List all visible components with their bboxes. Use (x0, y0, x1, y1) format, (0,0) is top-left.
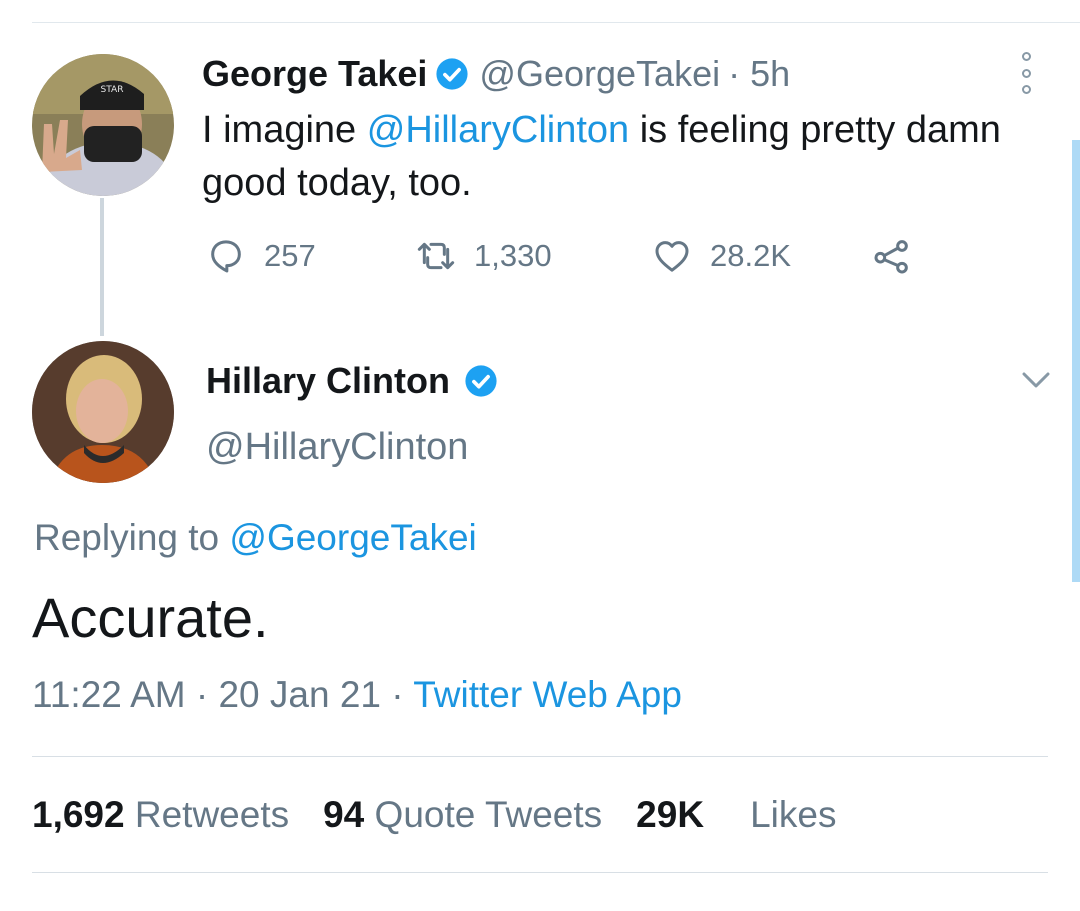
main-tweet-header: Hillary Clinton (206, 360, 498, 402)
like-count: 28.2K (710, 238, 792, 273)
scrollbar[interactable] (1072, 140, 1080, 582)
avatar-george-takei[interactable]: STAR (32, 54, 174, 196)
replying-handle-link[interactable]: @GeorgeTakei (229, 517, 476, 558)
reply-icon (211, 240, 241, 273)
like-icon (655, 241, 689, 272)
author-handle[interactable]: @GeorgeTakei (479, 53, 720, 95)
quotes-count: 94 (323, 794, 365, 835)
avatar-hillary-clinton[interactable] (32, 341, 174, 483)
author-name[interactable]: Hillary Clinton (206, 360, 450, 402)
stats-divider-top (32, 756, 1048, 757)
likes-stat[interactable]: 29K Likes (636, 794, 836, 835)
retweets-stat[interactable]: 1,692 Retweets (32, 794, 289, 835)
tweet-stats: 1,692 Retweets 94 Quote Tweets 29K Likes (32, 794, 836, 836)
retweets-count: 1,692 (32, 794, 125, 835)
parent-tweet-text: I imagine @HillaryClinton is feeling pre… (202, 104, 1002, 210)
replying-label: Replying to (34, 517, 230, 558)
author-name[interactable]: George Takei (202, 53, 427, 95)
tweet-time[interactable]: · 5h (728, 53, 790, 95)
parent-tweet-actions: 257 1,330 28.2K (206, 236, 930, 276)
verified-badge-icon (465, 365, 497, 397)
quotes-label: Quote Tweets (374, 794, 603, 835)
retweet-count: 1,330 (474, 238, 552, 273)
reply-count: 257 (264, 238, 316, 273)
likes-count: 29K (636, 794, 705, 835)
author-handle[interactable]: @HillaryClinton (206, 426, 468, 469)
verified-badge-icon (436, 58, 469, 90)
replying-to: Replying to @GeorgeTakei (34, 517, 477, 559)
retweet-button[interactable]: 1,330 (416, 236, 652, 276)
quotes-stat[interactable]: 94 Quote Tweets (323, 794, 602, 835)
retweet-icon (417, 242, 455, 270)
share-button[interactable] (872, 236, 930, 276)
source-app-link[interactable]: Twitter Web App (413, 674, 682, 715)
top-divider (32, 22, 1080, 23)
chevron-down-icon[interactable] (1016, 362, 1056, 398)
tweet-timestamp[interactable]: 11:22 AM · 20 Jan 21 · (32, 674, 413, 715)
stats-divider-bottom (32, 872, 1048, 873)
mention-link[interactable]: @HillaryClinton (367, 109, 629, 151)
tweet-meta: 11:22 AM · 20 Jan 21 · Twitter Web App (32, 674, 682, 716)
more-options-icon[interactable] (1014, 52, 1038, 94)
like-button[interactable]: 28.2K (652, 236, 872, 276)
tweet-text-part: I imagine (202, 109, 367, 151)
share-icon (874, 240, 908, 274)
svg-text:STAR: STAR (101, 85, 124, 95)
retweets-label: Retweets (134, 794, 290, 835)
likes-label: Likes (750, 794, 837, 835)
main-tweet-text: Accurate. (32, 586, 269, 649)
thread-connector-line (100, 198, 104, 336)
parent-tweet-header: George Takei @GeorgeTakei · 5h (202, 53, 790, 95)
reply-button[interactable]: 257 (206, 236, 416, 276)
